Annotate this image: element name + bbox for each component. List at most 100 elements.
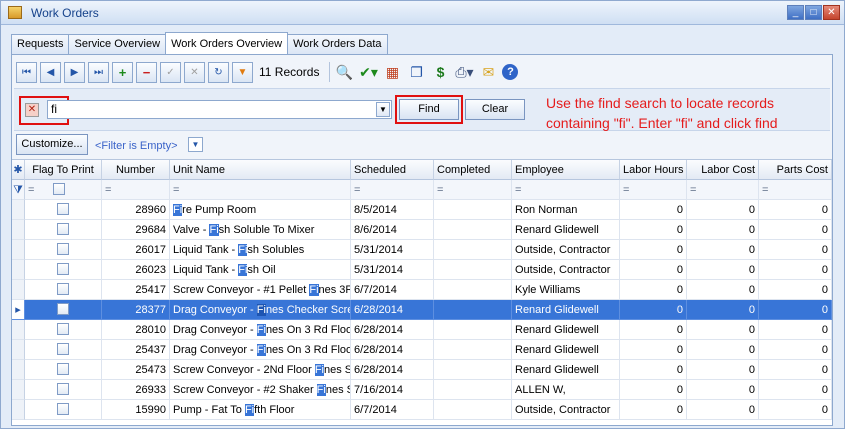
parts-cost-cell[interactable]: 0 [759, 400, 832, 420]
next-record-button[interactable]: ▶ [64, 61, 85, 83]
column-unit-name[interactable]: Unit Name [170, 160, 351, 180]
close-button[interactable]: ✕ [823, 5, 840, 20]
filter-dropdown-icon[interactable]: ▼ [188, 137, 203, 152]
scheduled-cell[interactable]: 6/7/2014 [351, 280, 434, 300]
unit-name-cell[interactable]: Liquid Tank - Fish Solubles [170, 240, 351, 260]
number-cell[interactable]: 29684 [102, 220, 170, 240]
parts-cost-cell[interactable]: 0 [759, 280, 832, 300]
scheduled-cell[interactable]: 7/16/2014 [351, 380, 434, 400]
clear-find-icon[interactable]: ✕ [25, 103, 39, 117]
filter-labor-hours[interactable]: = [620, 180, 687, 200]
flag-to-print-cell[interactable] [25, 240, 102, 260]
table-row[interactable]: ▸ 28377 Drag Conveyor - Fines Checker Scre… [12, 300, 832, 320]
completed-cell[interactable] [434, 260, 512, 280]
scheduled-cell[interactable]: 5/31/2014 [351, 260, 434, 280]
employee-cell[interactable]: Outside, Contractor [512, 260, 620, 280]
number-cell[interactable]: 28960 [102, 200, 170, 220]
labor-hours-cell[interactable]: 0 [620, 340, 687, 360]
labor-hours-cell[interactable]: 0 [620, 400, 687, 420]
filter-status-link[interactable]: <Filter is Empty> [95, 140, 178, 152]
filter-button[interactable]: ▼ [232, 61, 253, 83]
unit-name-cell[interactable]: Valve - Fish Soluble To Mixer [170, 220, 351, 240]
calendar-icon[interactable]: ▦ [382, 62, 402, 82]
email-icon[interactable]: ✉ [478, 62, 498, 82]
number-cell[interactable]: 28010 [102, 320, 170, 340]
flag-to-print-cell[interactable] [25, 200, 102, 220]
table-row[interactable]: 26023 Liquid Tank - Fish Oil 5/31/2014 Outs… [12, 260, 832, 280]
labor-cost-cell[interactable]: 0 [687, 380, 759, 400]
unit-name-cell[interactable]: Screw Conveyor - #2 Shaker Fines S [170, 380, 351, 400]
filter-employee[interactable]: = [512, 180, 620, 200]
employee-cell[interactable]: Renard Glidewell [512, 360, 620, 380]
scheduled-cell[interactable]: 6/28/2014 [351, 360, 434, 380]
labor-cost-cell[interactable]: 0 [687, 260, 759, 280]
customize-button[interactable]: Customize... [16, 134, 88, 155]
table-row[interactable]: 25417 Screw Conveyor - #1 Pellet Fines 3R… [12, 280, 832, 300]
column-scheduled[interactable]: Scheduled [351, 160, 434, 180]
tab-work-orders-data[interactable]: Work Orders Data [287, 34, 388, 54]
scheduled-cell[interactable]: 6/28/2014 [351, 340, 434, 360]
completed-cell[interactable] [434, 360, 512, 380]
unit-name-cell[interactable]: Drag Conveyor - Fines Checker Scree [170, 300, 351, 320]
employee-cell[interactable]: ALLEN W, [512, 380, 620, 400]
flag-checkbox[interactable] [57, 363, 69, 376]
number-cell[interactable]: 28377 [102, 300, 170, 320]
parts-cost-cell[interactable]: 0 [759, 200, 832, 220]
labor-cost-cell[interactable]: 0 [687, 280, 759, 300]
completed-cell[interactable] [434, 220, 512, 240]
help-icon[interactable]: ? [502, 64, 519, 80]
unit-name-cell[interactable]: Liquid Tank - Fish Oil [170, 260, 351, 280]
flag-checkbox[interactable] [57, 343, 69, 356]
parts-cost-cell[interactable]: 0 [759, 300, 832, 320]
column-parts-cost[interactable]: Parts Cost [759, 160, 832, 180]
table-row[interactable]: 25437 Drag Conveyor - Fines On 3 Rd Floor… [12, 340, 832, 360]
number-cell[interactable]: 26017 [102, 240, 170, 260]
column-flag-to-print[interactable]: Flag To Print [25, 160, 102, 180]
refresh-button[interactable]: ↻ [208, 61, 229, 83]
zoom-icon[interactable]: 🔍 [334, 62, 354, 82]
completed-cell[interactable] [434, 320, 512, 340]
tab-requests[interactable]: Requests [11, 34, 70, 54]
labor-cost-cell[interactable]: 0 [687, 200, 759, 220]
flag-to-print-cell[interactable] [25, 300, 102, 320]
tab-service-overview[interactable]: Service Overview [68, 34, 167, 54]
employee-cell[interactable]: Renard Glidewell [512, 300, 620, 320]
employee-cell[interactable]: Outside, Contractor [512, 240, 620, 260]
labor-cost-cell[interactable]: 0 [687, 300, 759, 320]
cancel-edit-button[interactable]: ✕ [184, 61, 205, 83]
flag-to-print-cell[interactable] [25, 340, 102, 360]
labor-cost-cell[interactable]: 0 [687, 360, 759, 380]
completed-cell[interactable] [434, 380, 512, 400]
parts-cost-cell[interactable]: 0 [759, 320, 832, 340]
employee-cell[interactable]: Renard Glidewell [512, 220, 620, 240]
labor-cost-cell[interactable]: 0 [687, 400, 759, 420]
filter-flag[interactable]: = [25, 180, 102, 200]
parts-cost-cell[interactable]: 0 [759, 360, 832, 380]
unit-name-cell[interactable]: Drag Conveyor - Fines On 3 Rd Floor [170, 320, 351, 340]
find-button[interactable]: Find [399, 99, 459, 120]
table-row[interactable]: 25473Screw Conveyor - 2Nd Floor Fines Sc… [12, 360, 832, 380]
column-employee[interactable]: Employee [512, 160, 620, 180]
labor-cost-cell[interactable]: 0 [687, 220, 759, 240]
parts-cost-cell[interactable]: 0 [759, 240, 832, 260]
scheduled-cell[interactable]: 6/28/2014 [351, 300, 434, 320]
number-cell[interactable]: 26023 [102, 260, 170, 280]
flag-checkbox[interactable] [57, 203, 69, 216]
completed-cell[interactable] [434, 400, 512, 420]
scheduled-cell[interactable]: 6/7/2014 [351, 400, 434, 420]
employee-cell[interactable]: Kyle Williams [512, 280, 620, 300]
filter-parts-cost[interactable]: = [759, 180, 832, 200]
prev-record-button[interactable]: ◀ [40, 61, 61, 83]
scheduled-cell[interactable]: 8/5/2014 [351, 200, 434, 220]
flag-to-print-cell[interactable] [25, 260, 102, 280]
labor-cost-cell[interactable]: 0 [687, 240, 759, 260]
completed-cell[interactable] [434, 200, 512, 220]
flag-checkbox[interactable] [57, 263, 69, 276]
find-input[interactable]: fi [47, 100, 392, 119]
clear-button[interactable]: Clear [465, 99, 525, 120]
filter-completed[interactable]: = [434, 180, 512, 200]
number-cell[interactable]: 25473 [102, 360, 170, 380]
number-cell[interactable]: 15990 [102, 400, 170, 420]
completed-cell[interactable] [434, 280, 512, 300]
parts-cost-cell[interactable]: 0 [759, 260, 832, 280]
